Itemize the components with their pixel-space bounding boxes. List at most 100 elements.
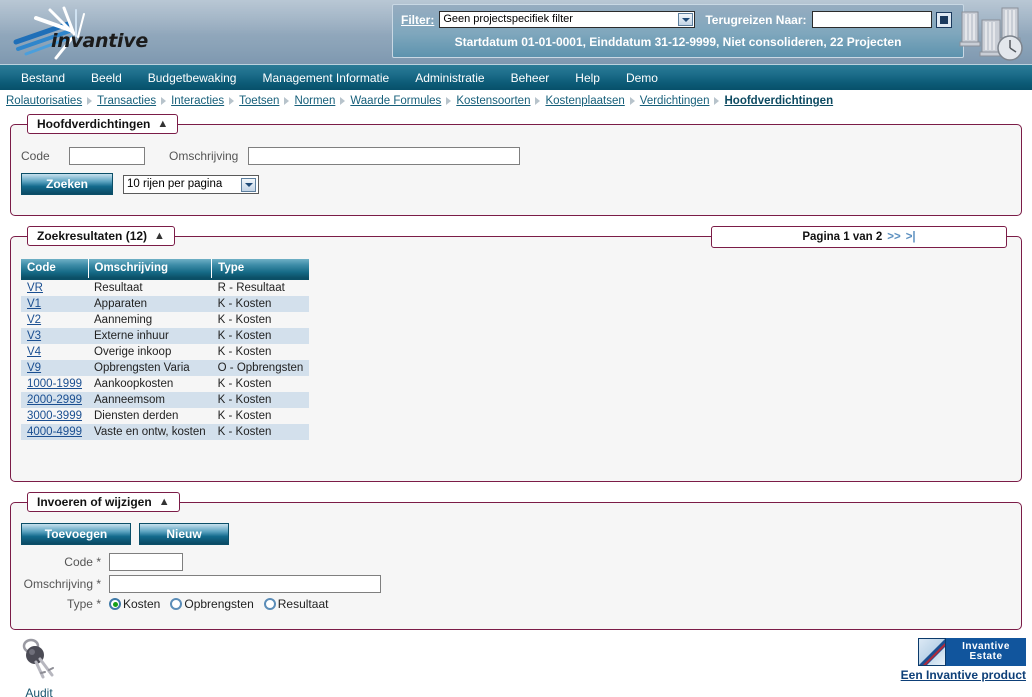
breadcrumb-item-normen[interactable]: Normen <box>294 95 335 107</box>
breadcrumb-item-waarde-formules[interactable]: Waarde Formules <box>350 95 441 107</box>
audit-shortcut[interactable]: Audit <box>8 638 70 697</box>
invantive-product-link[interactable]: Een Invantive product <box>901 668 1026 682</box>
invantive-estate-wordmark: Invantive Estate <box>946 638 1026 666</box>
app-banner: invantive Filter: Geen projectspecifiek … <box>0 0 1032 64</box>
cell-type: K - Kosten <box>211 424 310 440</box>
cell-code: V2 <box>21 312 88 328</box>
cell-omschrijving: Aankoopkosten <box>94 378 174 390</box>
table-row[interactable]: V9 Opbrengsten Varia O - Opbrengsten <box>21 360 310 376</box>
breadcrumb-item-transacties[interactable]: Transacties <box>97 95 156 107</box>
keys-icon <box>22 638 54 679</box>
row-code-link[interactable]: V2 <box>27 314 41 326</box>
cell-type: K - Kosten <box>211 296 310 312</box>
table-row[interactable]: 3000-3999 Diensten derden K - Kosten <box>21 408 309 424</box>
radio-opbrengsten[interactable]: Opbrengsten <box>170 597 254 611</box>
cell-omschrijving: Diensten derden <box>94 410 179 422</box>
row-code-link[interactable]: 4000-4999 <box>27 426 82 438</box>
menu-item-beeld[interactable]: Beeld <box>78 71 135 85</box>
table-row[interactable]: V3 Externe inhuur K - Kosten <box>21 328 310 344</box>
pagination-text: Pagina 1 van 2 <box>802 231 883 243</box>
row-code-link[interactable]: V9 <box>27 362 41 374</box>
breadcrumb-item-kostenplaatsen[interactable]: Kostenplaatsen <box>545 95 624 107</box>
collapse-chevron-icon[interactable]: ▲ <box>154 230 165 242</box>
cell-code: VR <box>21 279 88 296</box>
invantive-rays-logo: invantive <box>6 4 166 60</box>
travel-to-input[interactable] <box>812 11 933 28</box>
chevron-down-icon[interactable] <box>678 13 694 26</box>
column-header-type[interactable]: Type <box>211 259 310 280</box>
row-code-link[interactable]: 2000-2999 <box>27 394 82 406</box>
collapse-chevron-icon[interactable]: ▲ <box>157 118 168 130</box>
row-code-link[interactable]: V1 <box>27 298 41 310</box>
cell-code: V3 <box>21 328 88 344</box>
row-code-link[interactable]: V4 <box>27 346 41 358</box>
pagination-bar: Pagina 1 van 2 >> >| <box>711 226 1007 248</box>
toevoegen-button[interactable]: Toevoegen <box>21 523 131 545</box>
breadcrumb-item-rolautorisaties[interactable]: Rolautorisaties <box>6 95 82 107</box>
menu-item-budgetbewaking[interactable]: Budgetbewaking <box>135 71 250 85</box>
search-panel-legend[interactable]: Hoofdverdichtingen ▲ <box>27 114 179 134</box>
search-omschrijving-input[interactable] <box>248 147 521 165</box>
cell-code: 1000-1999 <box>21 376 88 392</box>
edit-panel-title: Invoeren of wijzigen <box>37 495 152 509</box>
filter-toolbar: Filter: Geen projectspecifiek filter Ter… <box>392 4 964 58</box>
breadcrumb-item-verdichtingen[interactable]: Verdichtingen <box>640 95 710 107</box>
radio-resultaat[interactable]: Resultaat <box>263 597 329 611</box>
radio-kosten[interactable]: Kosten <box>109 597 160 611</box>
row-code-link[interactable]: V3 <box>27 330 41 342</box>
breadcrumb-item-toetsen[interactable]: Toetsen <box>239 95 279 107</box>
results-table: Code Omschrijving Type VR Resultaat R - Re… <box>21 259 310 440</box>
edit-omschrijving-input[interactable] <box>109 575 381 593</box>
rows-per-page-value: 10 rijen per pagina <box>127 177 223 190</box>
cell-omschrijving: Externe inhuur <box>88 328 212 344</box>
filter-select[interactable]: Geen projectspecifiek filter <box>439 11 696 28</box>
breadcrumb-item-hoofdverdichtingen[interactable]: Hoofdverdichtingen <box>724 95 833 107</box>
search-code-input[interactable] <box>69 147 145 165</box>
cell-code: V1 <box>21 296 88 312</box>
travel-to-label: Terugreizen Naar: <box>705 12 807 27</box>
table-row[interactable]: 1000-1999 Aankoopkosten K - Kosten <box>21 376 309 392</box>
table-row[interactable]: VR Resultaat R - Resultaat <box>21 279 309 296</box>
row-code-link[interactable]: 1000-1999 <box>27 378 82 390</box>
table-row[interactable]: V1 Apparaten K - Kosten <box>21 296 310 312</box>
column-header-code[interactable]: Code <box>21 259 89 280</box>
radio-resultaat-label: Resultaat <box>277 597 329 611</box>
next-page-icon[interactable]: >> <box>887 231 900 243</box>
chevron-down-icon[interactable] <box>241 177 256 192</box>
column-header-omschrijving[interactable]: Omschrijving <box>88 259 213 280</box>
edit-panel-legend[interactable]: Invoeren of wijzigen ▲ <box>27 492 180 512</box>
menu-item-bestand[interactable]: Bestand <box>8 71 78 85</box>
search-panel: Hoofdverdichtingen ▲ Code Omschrijving Z… <box>10 114 1022 216</box>
menu-item-administratie[interactable]: Administratie <box>402 71 497 85</box>
cell-type: K - Kosten <box>211 392 310 408</box>
breadcrumb-separator-icon <box>535 97 541 105</box>
breadcrumb-item-interacties[interactable]: Interacties <box>171 95 224 107</box>
collapse-chevron-icon[interactable]: ▲ <box>159 496 170 508</box>
menu-item-help[interactable]: Help <box>562 71 613 85</box>
cell-omschrijving: Resultaat <box>94 282 143 294</box>
breadcrumb-item-kostensoorten[interactable]: Kostensoorten <box>456 95 530 107</box>
table-row[interactable]: V4 Overige inkoop K - Kosten <box>21 344 309 360</box>
zoeken-button[interactable]: Zoeken <box>21 173 113 195</box>
nieuw-button[interactable]: Nieuw <box>139 523 229 545</box>
logo-wordmark: invantive <box>51 30 148 52</box>
calendar-icon[interactable] <box>936 11 953 28</box>
results-panel-title: Zoekresultaten (12) <box>37 229 148 243</box>
results-panel-legend[interactable]: Zoekresultaten (12) ▲ <box>27 226 175 246</box>
table-row[interactable]: 2000-2999 Aanneemsom K - Kosten <box>21 392 310 408</box>
radio-dot-icon <box>263 598 276 610</box>
edit-code-input[interactable] <box>109 553 183 571</box>
last-page-icon[interactable]: >| <box>906 231 916 243</box>
menu-item-management-informatie[interactable]: Management Informatie <box>249 71 402 85</box>
buildings-clock-graphic <box>958 0 1030 64</box>
table-row[interactable]: V2 Aanneming K - Kosten <box>21 312 309 328</box>
row-code-link[interactable]: 3000-3999 <box>27 410 82 422</box>
radio-opbrengsten-label: Opbrengsten <box>184 597 254 611</box>
breadcrumb-separator-icon <box>714 97 720 105</box>
rows-per-page-select[interactable]: 10 rijen per pagina <box>123 174 259 194</box>
row-code-link[interactable]: VR <box>27 282 43 294</box>
menu-item-demo[interactable]: Demo <box>613 71 671 85</box>
menu-item-beheer[interactable]: Beheer <box>498 71 563 85</box>
table-row[interactable]: 4000-4999 Vaste en ontw, kosten K - Kosten <box>21 424 310 440</box>
search-omschrijving-label: Omschrijving <box>169 149 239 163</box>
